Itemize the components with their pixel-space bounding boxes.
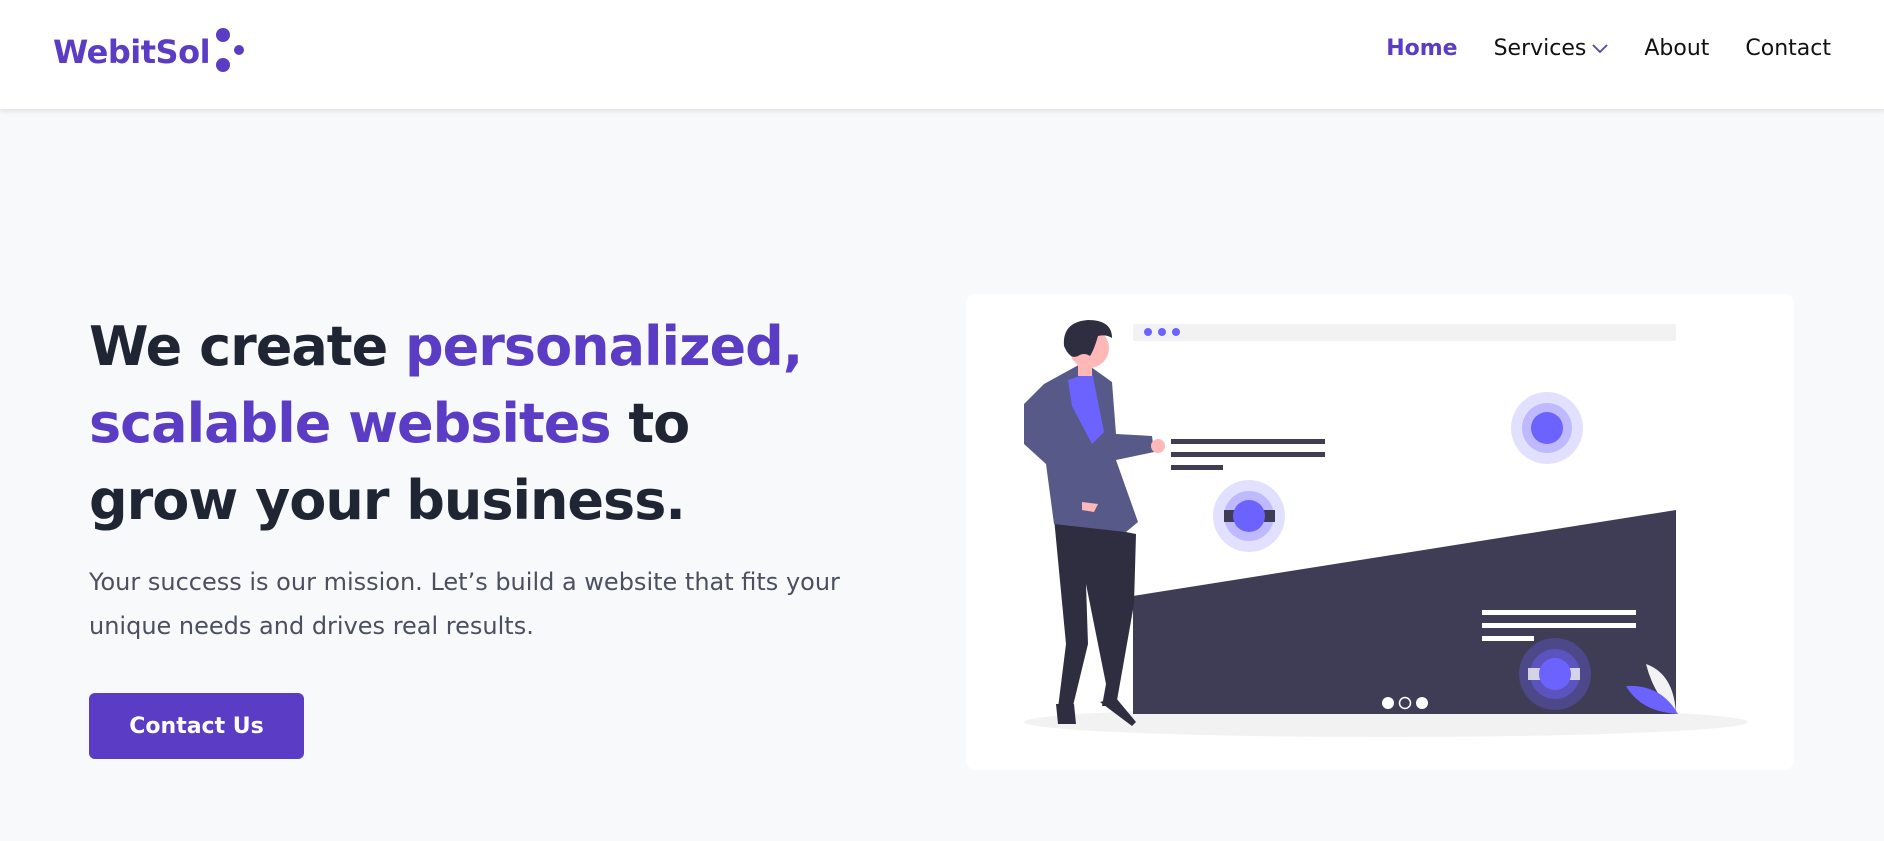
chevron-down-icon (1592, 39, 1608, 58)
logo-dots-icon (214, 26, 250, 78)
nav-services[interactable]: Services (1494, 36, 1609, 61)
navbar: WebitSol Home Services About Contact (0, 0, 1884, 110)
nav-home-label: Home (1386, 36, 1458, 61)
brand-logo[interactable]: WebitSol (53, 22, 250, 82)
hero-illustration (966, 294, 1794, 770)
nav-services-label: Services (1493, 36, 1587, 61)
presenter-website-illustration-icon (1024, 320, 1748, 737)
main-nav: Home Services About Contact (1350, 36, 1831, 61)
nav-about[interactable]: About (1644, 36, 1709, 61)
nav-home[interactable]: Home (1386, 36, 1457, 61)
nav-contact-label: Contact (1745, 36, 1831, 61)
contact-us-button[interactable]: Contact Us (89, 693, 304, 759)
nav-about-label: About (1644, 36, 1710, 61)
nav-contact[interactable]: Contact (1745, 36, 1831, 61)
hero-title-part1: We create (89, 315, 406, 378)
hero-subtitle: Your success is our mission. Let’s build… (89, 568, 840, 640)
hero-title: We create personalized, scalable website… (89, 308, 849, 539)
brand-name: WebitSol (53, 33, 211, 71)
